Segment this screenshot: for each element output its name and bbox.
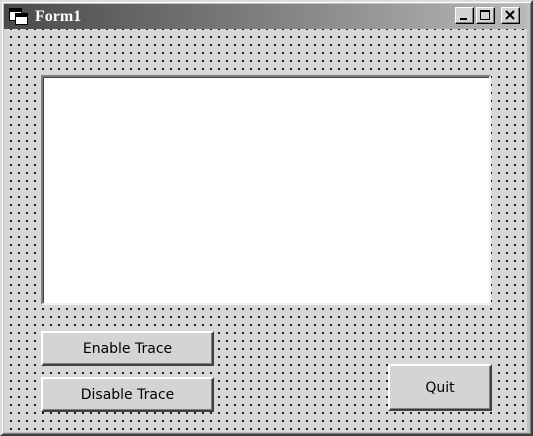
enable-trace-button[interactable]: Enable Trace bbox=[41, 331, 214, 366]
form-window: Form1 Enable Trace Disable Trace Quit bbox=[0, 0, 533, 436]
window-title: Form1 bbox=[35, 8, 82, 25]
close-icon bbox=[505, 10, 515, 20]
maximize-icon bbox=[480, 10, 490, 20]
form-client-area: Enable Trace Disable Trace Quit bbox=[4, 29, 527, 432]
quit-button[interactable]: Quit bbox=[388, 364, 492, 411]
trace-output-textbox[interactable] bbox=[41, 75, 491, 305]
disable-trace-button[interactable]: Disable Trace bbox=[41, 377, 214, 412]
title-bar[interactable]: Form1 bbox=[4, 4, 527, 29]
minimize-button[interactable] bbox=[455, 7, 474, 24]
minimize-icon bbox=[460, 18, 467, 20]
maximize-button[interactable] bbox=[476, 7, 495, 24]
form-app-icon[interactable] bbox=[9, 8, 29, 25]
close-button[interactable] bbox=[501, 7, 520, 24]
